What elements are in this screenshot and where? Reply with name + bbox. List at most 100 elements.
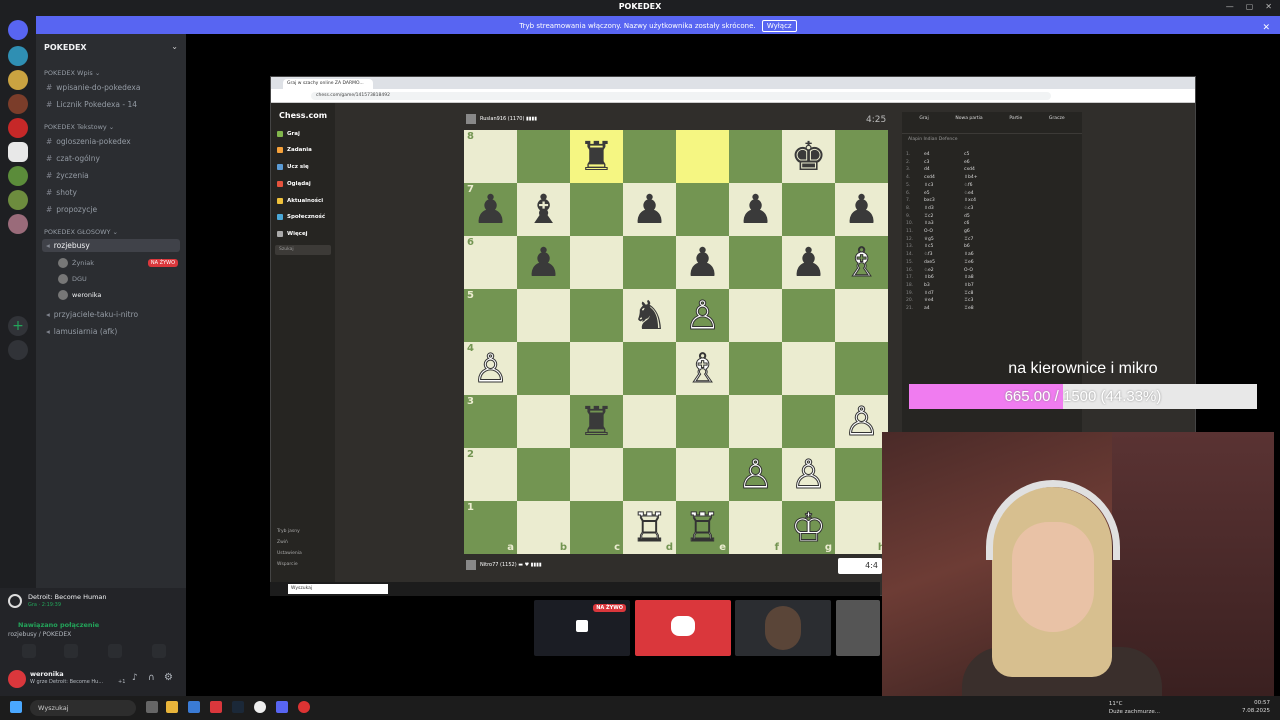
move-row[interactable]: 1. e4 c5 (906, 152, 1076, 157)
channel-item[interactable]: # propozycje (46, 205, 97, 214)
move-row[interactable]: 3. d4 cxd4 (906, 167, 1076, 172)
tab-play[interactable]: Graj (919, 116, 928, 129)
move-notation[interactable]: ♘c3 (964, 206, 1004, 211)
black-piece[interactable]: ♜ (579, 402, 615, 442)
board-square[interactable] (782, 289, 835, 342)
weather-widget[interactable]: 11°C Duże zachmurze... (1109, 700, 1160, 716)
move-notation[interactable]: bxc3 (924, 198, 964, 203)
board-square[interactable]: c (570, 501, 623, 554)
board-square[interactable]: e ♖ (676, 501, 729, 554)
move-notation[interactable]: ♘f3 (924, 252, 964, 257)
move-notation[interactable]: ♗d3 (924, 206, 964, 211)
server-icon[interactable] (8, 94, 28, 114)
move-row[interactable]: 5. ♗c3 ♘f6 (906, 183, 1076, 188)
opera-icon[interactable] (210, 701, 222, 713)
move-notation[interactable]: ♗c3 (924, 183, 964, 188)
tab-new-game[interactable]: Nowa partia (955, 116, 982, 129)
camera-button[interactable] (22, 644, 36, 658)
white-piece[interactable]: ♙ (790, 454, 827, 495)
channel-item[interactable]: # Licznik Pokedexa - 14 (46, 100, 137, 109)
disable-streaming-button[interactable]: Wyłącz (761, 20, 797, 32)
top-player[interactable]: Ruslan916 (1170) ▮▮▮▮ (466, 114, 537, 124)
move-notation[interactable]: ♗a3 (924, 221, 964, 226)
black-piece[interactable]: ♟ (685, 243, 721, 283)
board-square[interactable]: 4 ♙ (464, 342, 517, 395)
move-notation[interactable]: g6 (964, 229, 1004, 234)
server-name[interactable]: POKEDEX (44, 43, 87, 52)
board-square[interactable]: 7 ♟ (464, 183, 517, 236)
move-notation[interactable]: ♗b4+ (964, 175, 1004, 180)
move-row[interactable]: 2. c3 e6 (906, 160, 1076, 165)
category-label[interactable]: POKEDEX Tekstowy ⌄ (44, 123, 114, 131)
move-notation[interactable]: O-O (964, 268, 1004, 273)
stream-tile[interactable] (836, 600, 880, 656)
server-icon[interactable] (8, 70, 28, 90)
board-square[interactable] (729, 289, 782, 342)
move-notation[interactable]: cxd4 (964, 167, 1004, 172)
board-square[interactable] (517, 448, 570, 501)
board-square[interactable]: ♙ (676, 289, 729, 342)
move-notation[interactable]: ♗b7 (964, 283, 1004, 288)
board-square[interactable]: ♟ (623, 183, 676, 236)
move-row[interactable]: 16. ♘e2 O-O (906, 268, 1076, 273)
white-piece[interactable]: ♗ (684, 348, 721, 389)
category-label[interactable]: POKEDEX Wpis ⌄ (44, 69, 100, 77)
board-square[interactable] (570, 183, 623, 236)
nav-item-puzzles[interactable]: Zadania (277, 147, 312, 153)
board-square[interactable] (676, 130, 729, 183)
stream-tile[interactable]: NA ŻYWO (534, 600, 630, 656)
board-square[interactable]: ♚ (782, 130, 835, 183)
board-square[interactable]: 2 (464, 448, 517, 501)
move-notation[interactable]: ♕g5 (924, 237, 964, 242)
move-row[interactable]: 9. ♖c2 d5 (906, 214, 1076, 219)
move-notation[interactable]: ♖c2 (924, 214, 964, 219)
board-square[interactable] (835, 448, 888, 501)
board-square[interactable]: ♜ (570, 130, 623, 183)
channel-item[interactable]: # czat-ogólny (46, 154, 100, 163)
task-view-icon[interactable] (146, 701, 158, 713)
settings-link[interactable]: Ustawienia (277, 551, 302, 556)
move-row[interactable]: 6. e5 ♘e4 (906, 191, 1076, 196)
board-square[interactable] (517, 289, 570, 342)
move-row[interactable]: 20. ♕e4 ♖c3 (906, 298, 1076, 303)
add-server-icon[interactable]: + (8, 316, 28, 336)
voice-user[interactable]: weronika (58, 290, 178, 300)
board-square[interactable]: ♙ (835, 395, 888, 448)
activities-button[interactable] (108, 644, 122, 658)
discord-home-icon[interactable] (8, 20, 28, 40)
move-row[interactable]: 12. ♕g5 ♖c7 (906, 237, 1076, 242)
explore-icon[interactable] (8, 340, 28, 360)
move-notation[interactable]: b3 (924, 283, 964, 288)
board-square[interactable]: 1a (464, 501, 517, 554)
collapse-button[interactable]: Zwiń (277, 540, 288, 545)
move-notation[interactable]: a4 (924, 306, 964, 311)
board-square[interactable] (835, 289, 888, 342)
board-square[interactable] (623, 236, 676, 289)
board-square[interactable]: 5 (464, 289, 517, 342)
move-notation[interactable]: ♗xc4 (964, 198, 1004, 203)
move-notation[interactable]: ♗a8 (964, 275, 1004, 280)
board-square[interactable] (676, 395, 729, 448)
server-icon[interactable] (8, 190, 28, 210)
close-button[interactable]: ✕ (1265, 2, 1272, 11)
move-notation[interactable]: cxd4 (924, 175, 964, 180)
tab-players[interactable]: Gracze (1049, 116, 1065, 129)
board-square[interactable] (782, 395, 835, 448)
chess-board[interactable]: 8♜♚7♟♝♟♟♟6♟♟♟♗5♞♙4♙♗3♜♙2♙♙1abcd♖e♖fg♔h (464, 130, 888, 554)
black-piece[interactable]: ♞ (632, 296, 668, 336)
black-piece[interactable]: ♟ (738, 190, 774, 230)
board-square[interactable] (623, 342, 676, 395)
address-bar[interactable]: chess.com/game/141573818492 (311, 92, 1051, 100)
board-square[interactable] (782, 342, 835, 395)
board-square[interactable] (570, 448, 623, 501)
user-name[interactable]: weronika (30, 670, 64, 678)
board-square[interactable] (729, 342, 782, 395)
board-square[interactable]: ♜ (570, 395, 623, 448)
screen-share-button[interactable] (64, 644, 78, 658)
clock[interactable]: 00:57 7.08.2025 (1242, 699, 1270, 715)
board-square[interactable] (729, 236, 782, 289)
board-square[interactable]: ♟ (676, 236, 729, 289)
board-square[interactable]: ♗ (835, 236, 888, 289)
board-square[interactable]: ♙ (782, 448, 835, 501)
nav-item-play[interactable]: Graj (277, 131, 300, 137)
